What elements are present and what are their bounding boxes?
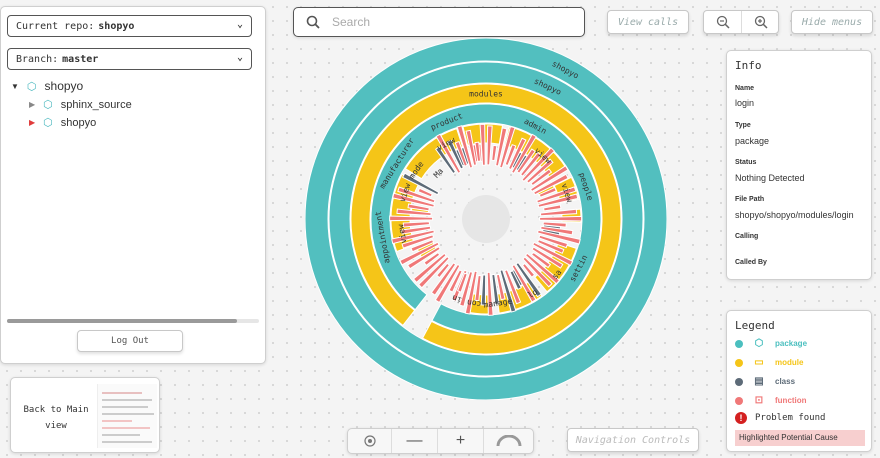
legend-label: package (775, 339, 808, 348)
function-icon: ⊡ (754, 395, 764, 406)
sunburst-function-bar[interactable] (402, 221, 431, 228)
branch-select-value: master (62, 53, 99, 65)
target-icon (363, 435, 376, 447)
tree-item-label: shopyo (60, 116, 97, 129)
info-called-by-label: Called By (735, 259, 767, 266)
info-type-label: Type (735, 122, 751, 129)
minus-icon: — (406, 432, 423, 449)
chevron-down-icon: ⌄ (236, 52, 243, 63)
legend-label: class (775, 377, 796, 386)
package-color-dot (735, 339, 743, 348)
repo-select-label: Current repo: (16, 20, 95, 32)
zoom-in-button[interactable] (742, 11, 780, 33)
tree-item-sphinx-source[interactable]: ▶ ⬡ sphinx_source (29, 98, 132, 112)
branch-select-label: Branch: (16, 53, 59, 65)
hide-menus-button[interactable]: Hide menus (791, 10, 873, 34)
legend-item-function: ⊡ function (735, 395, 807, 406)
logout-label: Log Out (111, 336, 149, 346)
info-filepath-label: File Path (735, 196, 765, 203)
arc-view-button[interactable] (484, 429, 534, 453)
search-input[interactable]: Search (332, 15, 370, 29)
navigation-controls-button[interactable]: Navigation Controls (567, 428, 699, 452)
legend-label: function (775, 396, 807, 405)
cube-icon: ⬡ (43, 99, 53, 111)
sunburst-function-bar[interactable] (539, 215, 583, 222)
folder-icon: ▭ (754, 357, 764, 368)
collapse-triangle-icon[interactable]: ▶ (29, 100, 35, 109)
zoom-out-button[interactable] (704, 11, 742, 33)
zoom-controls (703, 10, 779, 34)
view-calls-label: View calls (617, 16, 679, 28)
document-icon: ▤ (754, 376, 764, 387)
view-calls-button[interactable]: View calls (607, 10, 689, 34)
legend-panel: Legend ⬡ package ▭ module ▤ class ⊡ func… (726, 310, 872, 452)
highlighted-cause-swatch: Highlighted Potential Cause (735, 430, 865, 446)
function-color-dot (735, 396, 743, 405)
horizontal-scrollbar[interactable] (7, 319, 259, 323)
search-bar[interactable]: Search (293, 7, 585, 37)
info-title: Info (735, 59, 762, 72)
logout-button[interactable]: Log Out (77, 330, 183, 352)
class-color-dot (735, 377, 743, 386)
expand-triangle-icon[interactable]: ▼ (11, 82, 19, 91)
increase-button[interactable]: + (438, 429, 484, 453)
zoom-out-icon (716, 15, 730, 29)
legend-title: Legend (735, 319, 775, 332)
legend-item-class: ▤ class (735, 376, 795, 387)
sunburst-label: modules (469, 90, 503, 99)
legend-item-module: ▭ module (735, 357, 803, 368)
center-button[interactable] (348, 429, 392, 453)
sunburst-chart[interactable]: shopyoshopyomodulesproduct adminviewviewm… (305, 38, 667, 400)
info-status-label: Status (735, 159, 757, 166)
info-name-label: Name (735, 85, 755, 92)
cube-icon: ⬡ (43, 117, 53, 129)
problem-icon: ! (735, 412, 747, 424)
back-to-main-card[interactable]: Back to Main view (10, 377, 160, 453)
repo-panel: Current repo: shopyo ⌄ Branch: master ⌄ … (0, 6, 266, 364)
sunburst-label: in (451, 293, 463, 305)
code-preview-thumbnail (97, 384, 157, 448)
scrollbar-thumb[interactable] (7, 319, 237, 323)
module-color-dot (735, 358, 743, 367)
navigation-controls-label: Navigation Controls (575, 434, 691, 446)
arc-icon (496, 435, 522, 447)
collapse-triangle-icon[interactable]: ▶ (29, 118, 35, 127)
legend-label: module (775, 358, 804, 367)
legend-item-problem: ! Problem found (735, 412, 825, 424)
info-status-value: Nothing Detected (735, 173, 805, 183)
decrease-button[interactable]: — (392, 429, 438, 453)
legend-label: Problem found (755, 413, 826, 423)
info-name-value: login (735, 98, 755, 108)
info-filepath-value: shopyo/shopyo/modules/login (735, 210, 854, 220)
sunburst-function-bar[interactable] (389, 215, 434, 222)
tree-item-shopyo[interactable]: ▶ ⬡ shopyo (29, 116, 97, 130)
repo-select[interactable]: Current repo: shopyo ⌄ (7, 15, 252, 37)
sunburst-label: Ma (432, 166, 445, 179)
hide-menus-label: Hide menus (801, 16, 863, 28)
info-panel: Info Name login Type package Status Noth… (726, 50, 872, 280)
repo-select-value: shopyo (98, 20, 135, 32)
tree-item-root[interactable]: ▼ ⬡ shopyo (11, 79, 83, 93)
tree-item-label: shopyo (44, 79, 84, 93)
info-calling-label: Calling (735, 233, 759, 240)
cube-icon: ⬡ (754, 338, 764, 349)
zoom-in-icon (754, 15, 768, 29)
navigation-controls-bar: — + (347, 428, 534, 454)
search-icon (306, 15, 320, 29)
sunburst-center[interactable] (462, 195, 510, 243)
plus-icon: + (455, 432, 466, 449)
back-to-main-label: Back to Main view (23, 405, 89, 431)
cube-icon: ⬡ (26, 80, 37, 93)
tree-item-label: sphinx_source (60, 98, 132, 111)
branch-select[interactable]: Branch: master ⌄ (7, 48, 252, 70)
chevron-down-icon: ⌄ (236, 19, 243, 30)
info-type-value: package (735, 136, 770, 146)
sunburst-function-bar[interactable] (491, 144, 498, 162)
legend-item-package: ⬡ package (735, 338, 807, 349)
